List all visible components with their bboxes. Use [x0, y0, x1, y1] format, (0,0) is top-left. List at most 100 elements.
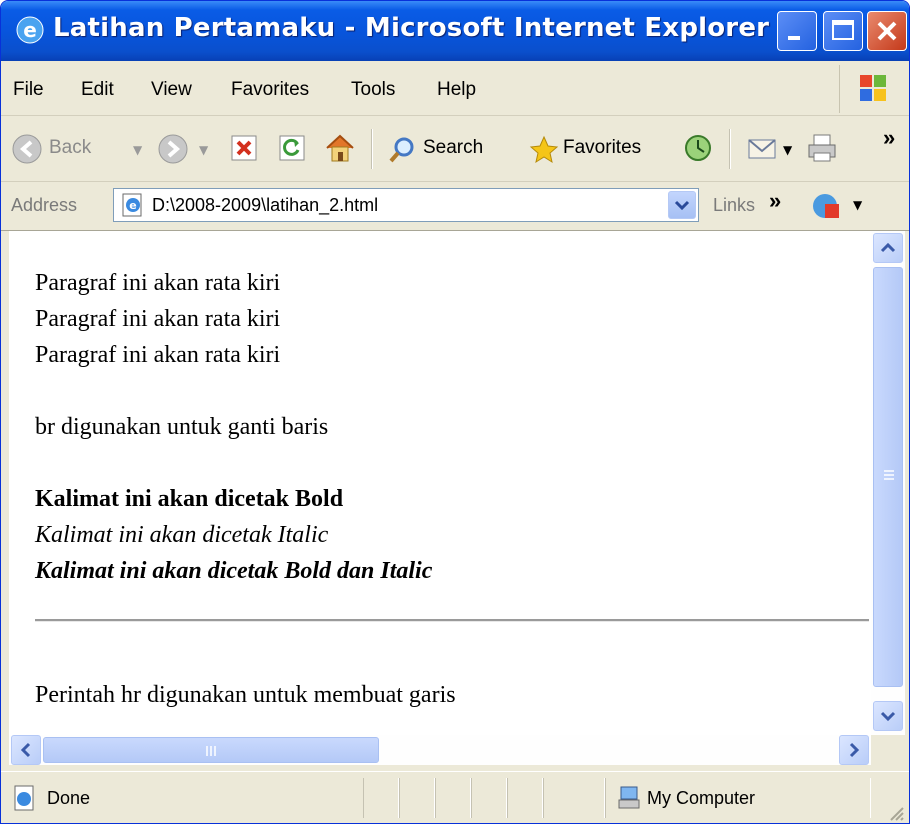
- windows-flag-icon: [860, 75, 886, 101]
- scroll-right-button[interactable]: [839, 735, 869, 765]
- maximize-button[interactable]: [823, 11, 863, 51]
- messenger-button[interactable]: ▼: [809, 190, 879, 222]
- menu-file[interactable]: File: [13, 79, 44, 101]
- mail-button[interactable]: ▼: [745, 131, 795, 165]
- paragraph-line: Paragraf ini akan rata kiri: [35, 270, 281, 296]
- address-bar: Address e D:\2008-2009\latihan_2.html Li…: [1, 182, 909, 231]
- status-panel: [435, 778, 471, 818]
- chevron-down-icon: [674, 200, 690, 211]
- close-button[interactable]: [867, 11, 907, 51]
- menu-tools[interactable]: Tools: [351, 79, 395, 101]
- horizontal-rule: [35, 619, 869, 622]
- maximize-icon: [832, 20, 854, 40]
- resize-grip-icon[interactable]: [885, 802, 905, 822]
- refresh-icon: [279, 135, 305, 161]
- menu-edit[interactable]: Edit: [81, 79, 114, 101]
- svg-text:e: e: [23, 18, 37, 42]
- scroll-left-button[interactable]: [11, 735, 41, 765]
- history-icon: [685, 135, 711, 161]
- page-icon: e: [122, 193, 142, 217]
- messenger-icon: [813, 194, 839, 218]
- computer-icon: [618, 786, 640, 809]
- favorites-label: Favorites: [563, 137, 642, 158]
- address-label: Address: [11, 195, 78, 215]
- menu-favorites[interactable]: Favorites: [231, 79, 309, 101]
- browser-window: e Latihan Pertamaku - Microsoft Internet…: [0, 0, 910, 824]
- page-content: Paragraf ini akan rata kiri Paragraf ini…: [9, 231, 871, 735]
- address-input[interactable]: e D:\2008-2009\latihan_2.html: [113, 188, 699, 222]
- forward-arrow-icon: [158, 134, 188, 164]
- favorites-button[interactable]: Favorites: [527, 127, 667, 171]
- hr-text: Perintah hr digunakan untuk membuat gari…: [35, 682, 456, 708]
- horizontal-scroll-thumb[interactable]: [43, 737, 379, 763]
- minimize-button[interactable]: [777, 11, 817, 51]
- paragraph-line: Paragraf ini akan rata kiri: [35, 342, 281, 368]
- scroll-up-button[interactable]: [873, 233, 903, 263]
- horizontal-scrollbar[interactable]: [9, 735, 871, 765]
- home-button[interactable]: [323, 131, 357, 165]
- menu-help[interactable]: Help: [437, 79, 476, 101]
- status-panel: [507, 778, 543, 818]
- back-button[interactable]: Back: [9, 127, 129, 171]
- chevron-right-icon: [849, 742, 860, 758]
- mail-icon: [748, 139, 776, 159]
- windows-logo: [839, 65, 906, 113]
- ie-icon: e: [16, 16, 44, 44]
- links-overflow-button[interactable]: »: [769, 188, 781, 214]
- toolbar: Back ▼ ▼ Search Favorites ▼ »: [1, 117, 909, 182]
- chevron-left-icon: [20, 742, 31, 758]
- back-label: Back: [49, 137, 92, 158]
- close-icon: [877, 21, 897, 41]
- grip-icon: [206, 746, 216, 756]
- scrollbar-corner: [871, 735, 905, 765]
- document-body: Paragraf ini akan rata kiri Paragraf ini…: [35, 265, 432, 589]
- back-arrow-icon: [12, 134, 42, 164]
- back-dropdown-icon[interactable]: ▼: [133, 143, 142, 157]
- search-label: Search: [423, 137, 484, 158]
- menu-view[interactable]: View: [151, 79, 192, 101]
- bold-text: Kalimat ini akan dicetak Bold: [35, 486, 344, 512]
- italic-text: Kalimat ini akan dicetak Italic: [35, 522, 329, 548]
- br-text: br digunakan untuk ganti baris: [35, 414, 329, 440]
- status-panel: [471, 778, 507, 818]
- grip-icon: [884, 470, 894, 480]
- links-label[interactable]: Links: [713, 195, 755, 216]
- window-title: Latihan Pertamaku - Microsoft Internet E…: [53, 13, 770, 43]
- search-button[interactable]: Search: [385, 127, 511, 171]
- minimize-icon: [788, 36, 800, 40]
- bold-italic-text: Kalimat ini akan dicetak Bold dan Italic: [35, 558, 433, 584]
- scroll-down-button[interactable]: [873, 701, 903, 731]
- forward-button[interactable]: [157, 133, 189, 165]
- toolbar-separator: [371, 129, 373, 169]
- status-text: Done: [47, 788, 91, 808]
- svg-text:e: e: [129, 199, 136, 212]
- search-icon: [389, 137, 414, 163]
- media-button[interactable]: [681, 131, 715, 165]
- forward-dropdown-icon[interactable]: ▼: [199, 143, 208, 157]
- stop-button[interactable]: [229, 133, 259, 163]
- security-zone-label: My Computer: [647, 788, 756, 808]
- menu-bar: File Edit View Favorites Tools Help: [1, 63, 909, 116]
- home-icon: [326, 134, 354, 162]
- mail-dropdown-icon: ▼: [783, 143, 793, 157]
- favorites-star-icon: [529, 135, 559, 164]
- toolbar-separator: [729, 129, 731, 169]
- stop-icon: [231, 135, 257, 161]
- status-panel: [363, 778, 399, 818]
- chevron-up-icon: [880, 242, 896, 253]
- toolbar-overflow-button[interactable]: »: [883, 125, 895, 151]
- print-button[interactable]: [805, 131, 839, 165]
- status-bar: Done My Computer: [1, 771, 909, 823]
- vertical-scroll-thumb[interactable]: [873, 267, 903, 687]
- title-bar[interactable]: e Latihan Pertamaku - Microsoft Internet…: [1, 1, 909, 61]
- print-icon: [808, 134, 836, 162]
- status-panel: [399, 778, 435, 818]
- vertical-scrollbar[interactable]: [871, 231, 905, 735]
- page-done-icon: [14, 785, 34, 811]
- status-panel: [543, 778, 605, 818]
- address-value: D:\2008-2009\latihan_2.html: [152, 195, 379, 215]
- chevron-down-icon: [880, 711, 896, 722]
- messenger-dropdown-icon: ▼: [853, 198, 863, 212]
- address-dropdown-button[interactable]: [668, 191, 696, 219]
- refresh-button[interactable]: [277, 133, 307, 163]
